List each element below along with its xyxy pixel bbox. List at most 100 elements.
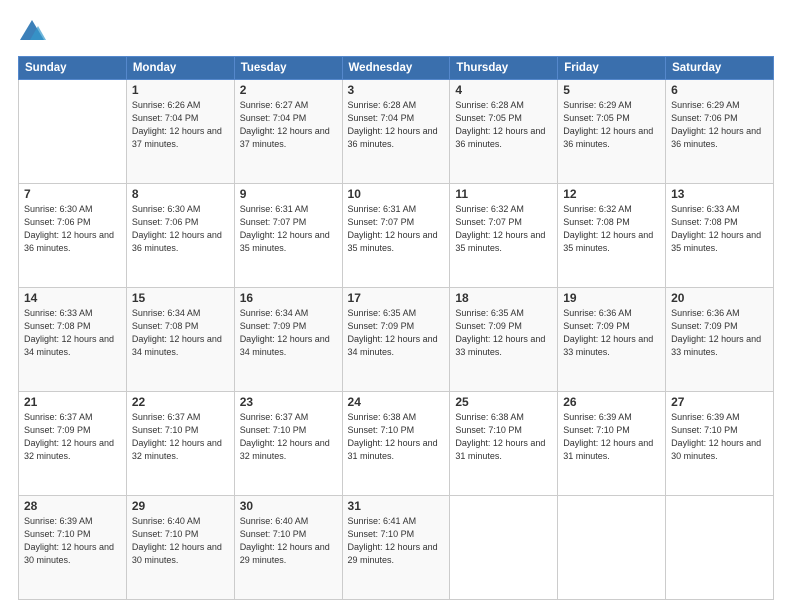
calendar-day-header: Saturday — [666, 57, 774, 80]
calendar-cell: 20 Sunrise: 6:36 AMSunset: 7:09 PMDaylig… — [666, 288, 774, 392]
day-info: Sunrise: 6:29 AMSunset: 7:05 PMDaylight:… — [563, 99, 660, 151]
calendar-cell — [558, 496, 666, 600]
day-info: Sunrise: 6:35 AMSunset: 7:09 PMDaylight:… — [348, 307, 445, 359]
calendar-cell: 27 Sunrise: 6:39 AMSunset: 7:10 PMDaylig… — [666, 392, 774, 496]
calendar-cell: 30 Sunrise: 6:40 AMSunset: 7:10 PMDaylig… — [234, 496, 342, 600]
calendar-cell: 5 Sunrise: 6:29 AMSunset: 7:05 PMDayligh… — [558, 80, 666, 184]
day-number: 15 — [132, 291, 229, 305]
day-info: Sunrise: 6:28 AMSunset: 7:05 PMDaylight:… — [455, 99, 552, 151]
day-number: 21 — [24, 395, 121, 409]
day-info: Sunrise: 6:32 AMSunset: 7:07 PMDaylight:… — [455, 203, 552, 255]
day-info: Sunrise: 6:30 AMSunset: 7:06 PMDaylight:… — [24, 203, 121, 255]
calendar-day-header: Friday — [558, 57, 666, 80]
day-number: 23 — [240, 395, 337, 409]
calendar-cell: 10 Sunrise: 6:31 AMSunset: 7:07 PMDaylig… — [342, 184, 450, 288]
day-number: 29 — [132, 499, 229, 513]
day-info: Sunrise: 6:26 AMSunset: 7:04 PMDaylight:… — [132, 99, 229, 151]
day-number: 24 — [348, 395, 445, 409]
calendar-day-header: Sunday — [19, 57, 127, 80]
day-info: Sunrise: 6:36 AMSunset: 7:09 PMDaylight:… — [563, 307, 660, 359]
day-info: Sunrise: 6:37 AMSunset: 7:10 PMDaylight:… — [240, 411, 337, 463]
day-number: 9 — [240, 187, 337, 201]
calendar-day-header: Wednesday — [342, 57, 450, 80]
calendar-week-row: 21 Sunrise: 6:37 AMSunset: 7:09 PMDaylig… — [19, 392, 774, 496]
day-number: 5 — [563, 83, 660, 97]
calendar-header: SundayMondayTuesdayWednesdayThursdayFrid… — [19, 57, 774, 80]
calendar-cell: 19 Sunrise: 6:36 AMSunset: 7:09 PMDaylig… — [558, 288, 666, 392]
calendar-cell: 25 Sunrise: 6:38 AMSunset: 7:10 PMDaylig… — [450, 392, 558, 496]
day-number: 26 — [563, 395, 660, 409]
day-number: 27 — [671, 395, 768, 409]
calendar-cell: 18 Sunrise: 6:35 AMSunset: 7:09 PMDaylig… — [450, 288, 558, 392]
day-number: 7 — [24, 187, 121, 201]
day-info: Sunrise: 6:39 AMSunset: 7:10 PMDaylight:… — [671, 411, 768, 463]
logo — [18, 18, 50, 46]
calendar-cell — [19, 80, 127, 184]
day-info: Sunrise: 6:38 AMSunset: 7:10 PMDaylight:… — [455, 411, 552, 463]
day-number: 16 — [240, 291, 337, 305]
day-info: Sunrise: 6:31 AMSunset: 7:07 PMDaylight:… — [240, 203, 337, 255]
day-info: Sunrise: 6:34 AMSunset: 7:08 PMDaylight:… — [132, 307, 229, 359]
calendar-cell: 28 Sunrise: 6:39 AMSunset: 7:10 PMDaylig… — [19, 496, 127, 600]
calendar-cell: 1 Sunrise: 6:26 AMSunset: 7:04 PMDayligh… — [126, 80, 234, 184]
calendar-table: SundayMondayTuesdayWednesdayThursdayFrid… — [18, 56, 774, 600]
day-info: Sunrise: 6:30 AMSunset: 7:06 PMDaylight:… — [132, 203, 229, 255]
calendar-cell: 6 Sunrise: 6:29 AMSunset: 7:06 PMDayligh… — [666, 80, 774, 184]
day-info: Sunrise: 6:31 AMSunset: 7:07 PMDaylight:… — [348, 203, 445, 255]
calendar-cell: 17 Sunrise: 6:35 AMSunset: 7:09 PMDaylig… — [342, 288, 450, 392]
day-info: Sunrise: 6:36 AMSunset: 7:09 PMDaylight:… — [671, 307, 768, 359]
day-number: 3 — [348, 83, 445, 97]
calendar-week-row: 14 Sunrise: 6:33 AMSunset: 7:08 PMDaylig… — [19, 288, 774, 392]
day-number: 10 — [348, 187, 445, 201]
calendar-cell: 29 Sunrise: 6:40 AMSunset: 7:10 PMDaylig… — [126, 496, 234, 600]
calendar-cell — [666, 496, 774, 600]
calendar-cell: 11 Sunrise: 6:32 AMSunset: 7:07 PMDaylig… — [450, 184, 558, 288]
day-number: 19 — [563, 291, 660, 305]
day-number: 22 — [132, 395, 229, 409]
calendar-cell: 21 Sunrise: 6:37 AMSunset: 7:09 PMDaylig… — [19, 392, 127, 496]
day-info: Sunrise: 6:41 AMSunset: 7:10 PMDaylight:… — [348, 515, 445, 567]
day-info: Sunrise: 6:37 AMSunset: 7:10 PMDaylight:… — [132, 411, 229, 463]
calendar-cell: 14 Sunrise: 6:33 AMSunset: 7:08 PMDaylig… — [19, 288, 127, 392]
page: SundayMondayTuesdayWednesdayThursdayFrid… — [0, 0, 792, 612]
calendar-day-header: Monday — [126, 57, 234, 80]
day-number: 31 — [348, 499, 445, 513]
calendar-day-header: Thursday — [450, 57, 558, 80]
calendar-cell: 12 Sunrise: 6:32 AMSunset: 7:08 PMDaylig… — [558, 184, 666, 288]
calendar-header-row: SundayMondayTuesdayWednesdayThursdayFrid… — [19, 57, 774, 80]
calendar-week-row: 7 Sunrise: 6:30 AMSunset: 7:06 PMDayligh… — [19, 184, 774, 288]
day-number: 20 — [671, 291, 768, 305]
day-number: 11 — [455, 187, 552, 201]
day-info: Sunrise: 6:40 AMSunset: 7:10 PMDaylight:… — [132, 515, 229, 567]
day-number: 14 — [24, 291, 121, 305]
calendar-cell: 4 Sunrise: 6:28 AMSunset: 7:05 PMDayligh… — [450, 80, 558, 184]
logo-icon — [18, 18, 46, 46]
day-info: Sunrise: 6:40 AMSunset: 7:10 PMDaylight:… — [240, 515, 337, 567]
day-number: 2 — [240, 83, 337, 97]
calendar-cell: 2 Sunrise: 6:27 AMSunset: 7:04 PMDayligh… — [234, 80, 342, 184]
calendar-cell: 9 Sunrise: 6:31 AMSunset: 7:07 PMDayligh… — [234, 184, 342, 288]
day-info: Sunrise: 6:29 AMSunset: 7:06 PMDaylight:… — [671, 99, 768, 151]
day-number: 1 — [132, 83, 229, 97]
day-number: 30 — [240, 499, 337, 513]
header — [18, 18, 774, 46]
day-info: Sunrise: 6:34 AMSunset: 7:09 PMDaylight:… — [240, 307, 337, 359]
calendar-cell: 15 Sunrise: 6:34 AMSunset: 7:08 PMDaylig… — [126, 288, 234, 392]
day-info: Sunrise: 6:39 AMSunset: 7:10 PMDaylight:… — [24, 515, 121, 567]
calendar-cell: 8 Sunrise: 6:30 AMSunset: 7:06 PMDayligh… — [126, 184, 234, 288]
day-info: Sunrise: 6:37 AMSunset: 7:09 PMDaylight:… — [24, 411, 121, 463]
day-info: Sunrise: 6:33 AMSunset: 7:08 PMDaylight:… — [24, 307, 121, 359]
day-number: 4 — [455, 83, 552, 97]
day-info: Sunrise: 6:39 AMSunset: 7:10 PMDaylight:… — [563, 411, 660, 463]
calendar-body: 1 Sunrise: 6:26 AMSunset: 7:04 PMDayligh… — [19, 80, 774, 600]
calendar-cell: 3 Sunrise: 6:28 AMSunset: 7:04 PMDayligh… — [342, 80, 450, 184]
day-info: Sunrise: 6:38 AMSunset: 7:10 PMDaylight:… — [348, 411, 445, 463]
day-number: 13 — [671, 187, 768, 201]
calendar-week-row: 1 Sunrise: 6:26 AMSunset: 7:04 PMDayligh… — [19, 80, 774, 184]
day-info: Sunrise: 6:28 AMSunset: 7:04 PMDaylight:… — [348, 99, 445, 151]
calendar-cell: 24 Sunrise: 6:38 AMSunset: 7:10 PMDaylig… — [342, 392, 450, 496]
day-number: 18 — [455, 291, 552, 305]
calendar-cell: 26 Sunrise: 6:39 AMSunset: 7:10 PMDaylig… — [558, 392, 666, 496]
calendar-cell: 7 Sunrise: 6:30 AMSunset: 7:06 PMDayligh… — [19, 184, 127, 288]
calendar-cell: 22 Sunrise: 6:37 AMSunset: 7:10 PMDaylig… — [126, 392, 234, 496]
